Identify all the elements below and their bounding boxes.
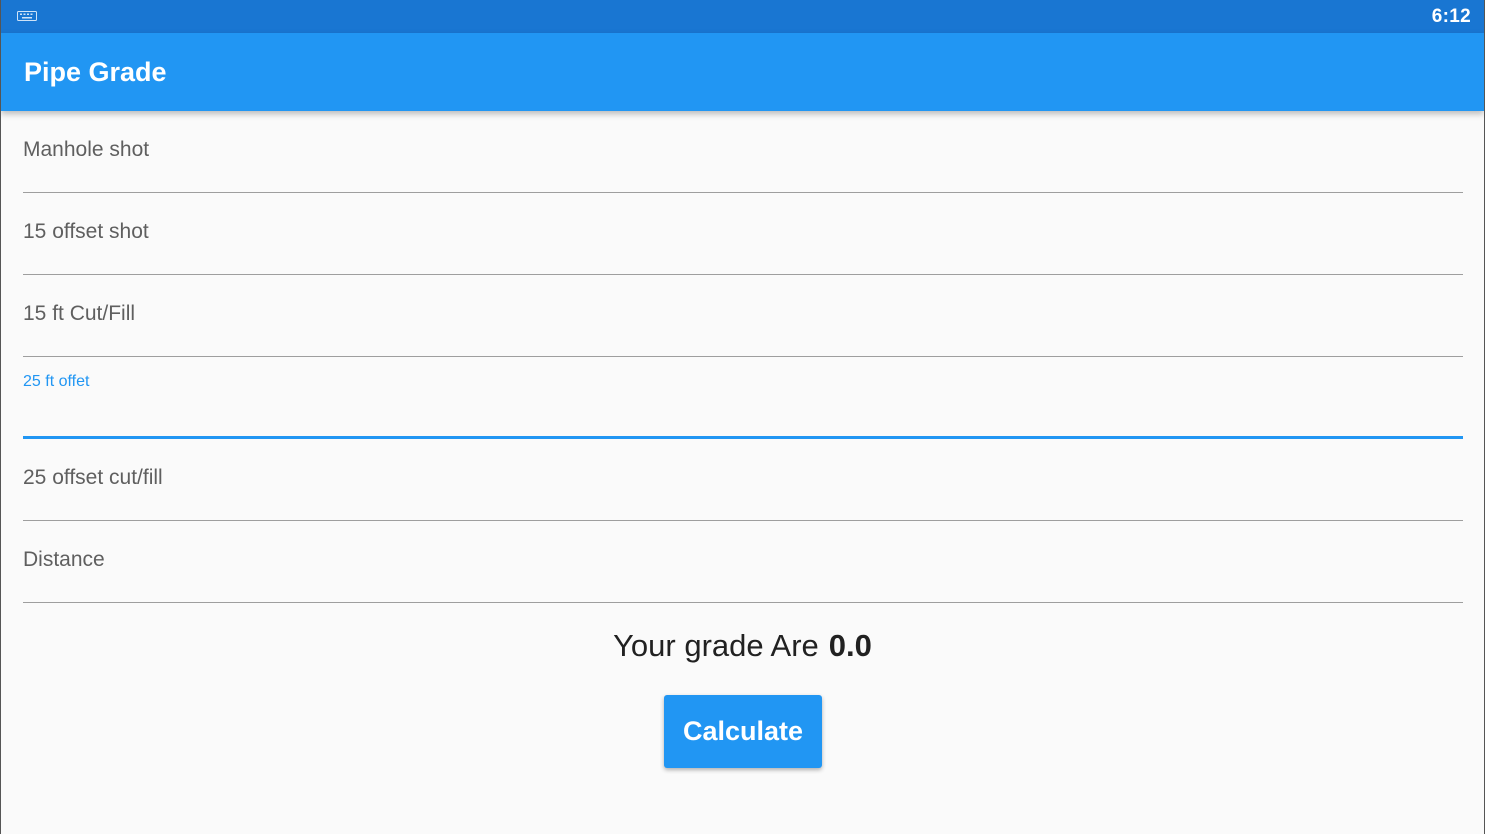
app-bar: Pipe Grade xyxy=(1,33,1484,111)
grade-result-value: 0.0 xyxy=(828,628,872,663)
status-bar: 6:12 xyxy=(1,0,1484,33)
distance-input[interactable] xyxy=(23,566,1463,596)
app-title: Pipe Grade xyxy=(24,57,167,87)
field-label: 25 ft offet xyxy=(23,373,90,390)
cut-fill-25-input[interactable] xyxy=(23,484,1463,514)
offset-25-input[interactable] xyxy=(23,400,1463,430)
keyboard-icon xyxy=(17,11,37,21)
offset-15-shot-field[interactable]: 15 offset shot xyxy=(23,193,1463,275)
cut-fill-25-field[interactable]: 25 offset cut/fill xyxy=(23,439,1463,521)
status-clock: 6:12 xyxy=(1431,6,1471,27)
cut-fill-15-input[interactable] xyxy=(23,320,1463,350)
manhole-shot-field[interactable]: Manhole shot xyxy=(23,111,1463,193)
grade-result: Your grade Are 0.0 xyxy=(1,628,1484,664)
calculate-button[interactable]: Calculate xyxy=(664,695,822,768)
grade-result-label: Your grade Are xyxy=(613,628,819,663)
cut-fill-15-field[interactable]: 15 ft Cut/Fill xyxy=(23,275,1463,357)
app-screen: 6:12 Pipe Grade Manhole shot 15 offset s… xyxy=(0,0,1485,834)
offset-15-shot-input[interactable] xyxy=(23,238,1463,268)
manhole-shot-input[interactable] xyxy=(23,156,1463,186)
offset-25-field[interactable]: 25 ft offet xyxy=(23,357,1463,439)
distance-field[interactable]: Distance xyxy=(23,521,1463,603)
